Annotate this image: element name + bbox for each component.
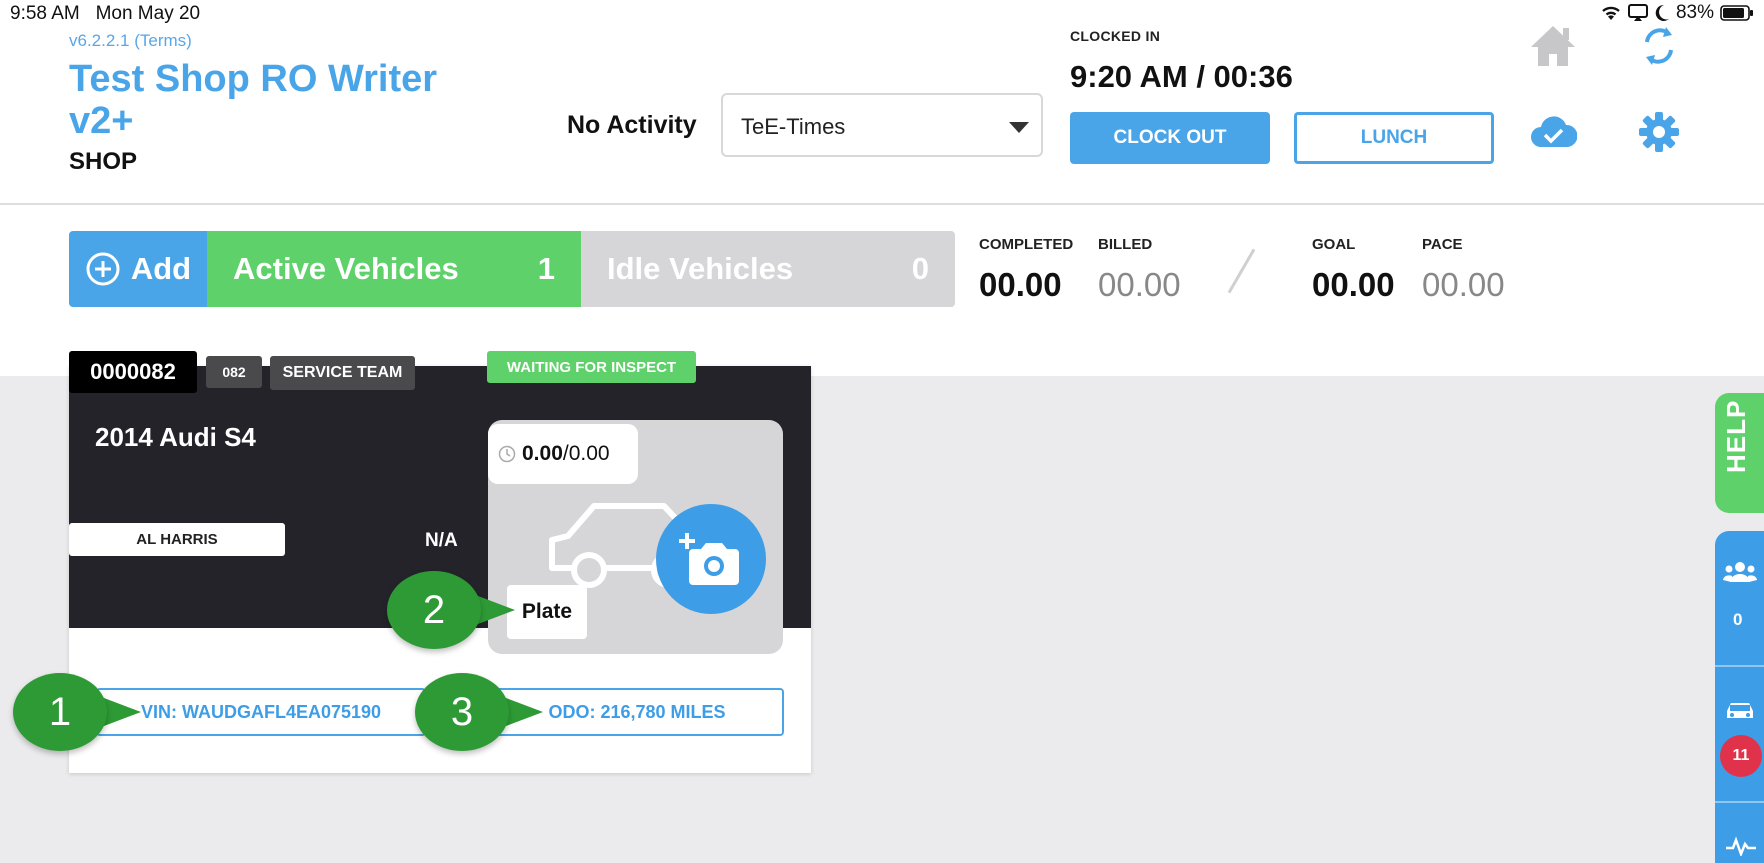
status-badge: WAITING FOR INSPECT <box>487 351 696 383</box>
goal-value: 00.00 <box>1312 266 1395 303</box>
active-vehicles-count: 1 <box>537 251 555 286</box>
callout-1-number: 1 <box>13 673 107 751</box>
status-bar: 9:58 AM Mon May 20 83% <box>0 0 1764 28</box>
shop-subtitle: SHOP <box>69 148 138 175</box>
rail-divider <box>1715 801 1764 803</box>
tag-number: 082 <box>206 356 262 388</box>
billed-label: BILLED <box>1098 236 1153 253</box>
help-label: HELP <box>1721 399 1751 473</box>
tab-active-vehicles[interactable]: Active Vehicles 1 <box>207 231 581 307</box>
activity-label: No Activity <box>567 111 697 139</box>
idle-vehicles-count: 0 <box>911 251 929 286</box>
goal-label: GOAL <box>1312 236 1356 253</box>
ro-number-tag: 0000082 <box>69 351 197 393</box>
add-label: Add <box>130 251 192 286</box>
hours-total: /0.00 <box>562 442 610 465</box>
hours-actual: 0.00 <box>522 442 563 465</box>
callout-3-number: 3 <box>415 673 509 751</box>
pace-label: PACE <box>1422 236 1463 253</box>
version-link[interactable]: v6.2.2.1 (Terms) <box>69 31 192 51</box>
home-icon[interactable] <box>1525 18 1581 74</box>
plus-circle-icon <box>86 252 120 286</box>
plate-button[interactable]: Plate <box>507 585 587 639</box>
cloud-check-icon[interactable] <box>1525 104 1581 160</box>
vehicle-name: 2014 Audi S4 <box>95 422 256 452</box>
tab-idle-vehicles[interactable]: Idle Vehicles 0 <box>581 231 955 307</box>
billed-value: 00.00 <box>1098 266 1181 303</box>
idle-vehicles-label: Idle Vehicles <box>607 251 794 286</box>
team-count: 0 <box>1733 610 1743 629</box>
gear-icon[interactable] <box>1631 104 1687 160</box>
callout-1: 1 <box>13 673 141 751</box>
callout-3: 3 <box>415 673 543 751</box>
team-tag: SERVICE TEAM <box>270 356 415 390</box>
activity-select-value: TeE-Times <box>741 114 846 139</box>
team-icon[interactable] <box>1723 560 1757 591</box>
vin-button[interactable]: VIN: WAUDGAFL4EA075190 <box>96 688 426 736</box>
add-vehicle-button[interactable]: Add <box>69 231 207 307</box>
clocked-in-label: CLOCKED IN <box>1070 28 1161 44</box>
wifi-icon <box>1602 6 1620 20</box>
clocked-in-time: 9:20 AM / 00:36 <box>1070 59 1293 94</box>
sync-icon[interactable] <box>1631 18 1687 74</box>
activity-icon[interactable] <box>1726 836 1756 861</box>
chevron-down-icon <box>1009 122 1029 133</box>
status-time: 9:58 AM Mon May 20 <box>10 3 201 24</box>
lunch-button[interactable]: LUNCH <box>1294 112 1494 164</box>
shop-name: Test Shop RO Writer v2+ <box>69 58 438 142</box>
activity-select[interactable]: TeE-Times <box>721 93 1043 157</box>
clock-out-button[interactable]: CLOCK OUT <box>1070 112 1270 164</box>
status-date: Mon May 20 <box>95 3 201 24</box>
battery-icon <box>1720 5 1753 21</box>
car-icon[interactable] <box>1724 698 1756 727</box>
na-label: N/A <box>425 530 458 551</box>
hours-indicator: 0.00/0.00 <box>488 424 638 484</box>
camera-plus-icon <box>679 533 739 585</box>
callout-2: 2 <box>387 571 515 649</box>
vehicle-count-badge: 11 <box>1720 735 1762 777</box>
active-vehicles-label: Active Vehicles <box>233 251 459 286</box>
clock-icon <box>498 445 516 463</box>
pace-value: 00.00 <box>1422 266 1505 303</box>
advisor-button[interactable]: AL HARRIS <box>69 523 285 556</box>
help-tab[interactable]: HELP <box>1715 393 1764 513</box>
add-photo-button[interactable] <box>656 504 766 614</box>
completed-value: 00.00 <box>979 266 1062 303</box>
completed-label: COMPLETED <box>979 236 1074 253</box>
callout-2-number: 2 <box>387 571 481 649</box>
rail-divider <box>1715 665 1764 667</box>
